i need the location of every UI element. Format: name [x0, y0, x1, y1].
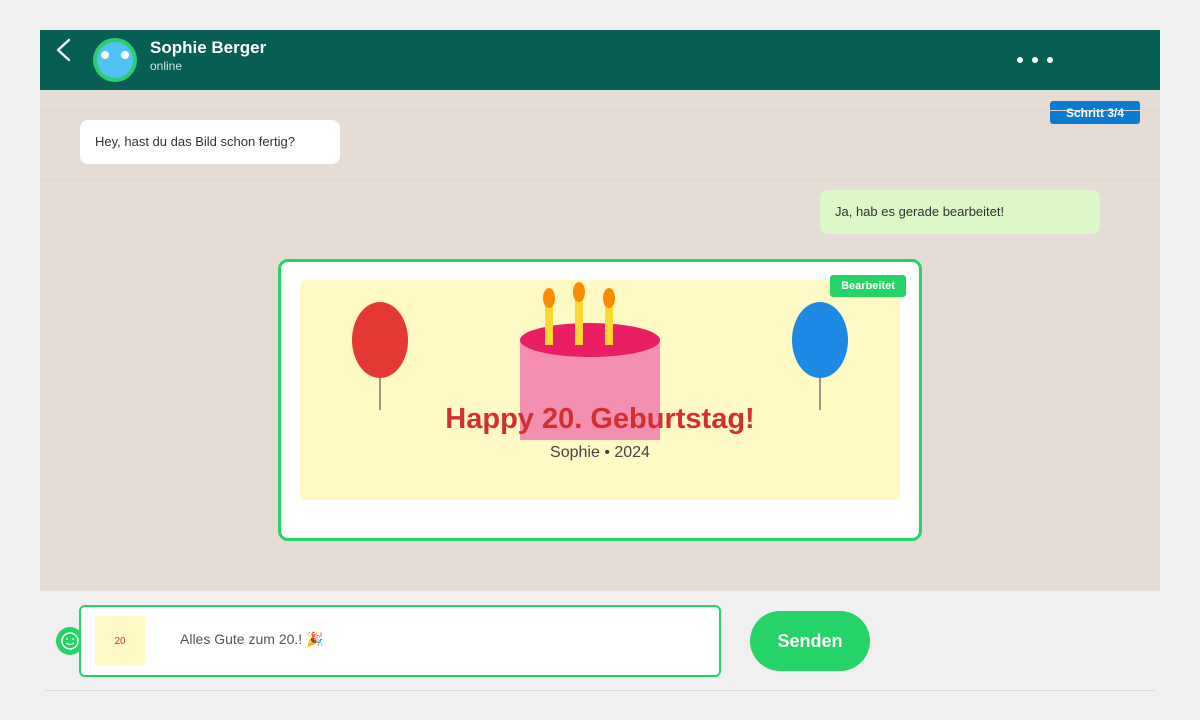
incoming-message: Hey, hast du das Bild schon fertig?: [80, 120, 340, 164]
step-badge: Schritt 3/4: [1050, 101, 1140, 124]
contact-status: online: [150, 59, 183, 73]
flame-icon: [603, 288, 615, 308]
outgoing-message: Ja, hab es gerade bearbeitet!: [820, 190, 1100, 234]
message-input[interactable]: 20 Alles Gute zum 20.! 🎉: [79, 605, 721, 677]
avatar[interactable]: [93, 38, 137, 82]
candle: [545, 305, 553, 345]
message-input-text[interactable]: Alles Gute zum 20.! 🎉: [180, 631, 324, 648]
candle: [575, 298, 583, 345]
image-attachment-thumbnail[interactable]: 20: [95, 616, 145, 666]
divider: [45, 690, 1155, 691]
message-composer: 20 Alles Gute zum 20.! 🎉 Senden: [40, 590, 1160, 690]
chevron-left-icon[interactable]: [52, 38, 78, 64]
cake-frosting: [520, 323, 660, 357]
card-title: Happy 20. Geburtstag!: [445, 403, 755, 435]
chat-app: Sophie Berger online Schritt 3/4 Hey, ha…: [40, 30, 1160, 690]
divider: [40, 180, 1160, 181]
edited-badge: Bearbeitet: [830, 275, 906, 297]
chat-header: Sophie Berger online: [40, 30, 1160, 90]
image-message[interactable]: Happy 20. Geburtstag! Sophie • 2024 Bear…: [278, 259, 922, 541]
flame-icon: [573, 282, 585, 302]
birthday-card-image: Happy 20. Geburtstag! Sophie • 2024: [300, 280, 900, 500]
send-button[interactable]: Senden: [750, 611, 870, 671]
red-balloon-icon: [352, 302, 408, 378]
contact-name[interactable]: Sophie Berger: [150, 38, 266, 58]
more-horizontal-icon[interactable]: [1012, 51, 1054, 69]
divider: [40, 110, 1160, 111]
candle: [605, 305, 613, 345]
card-subtitle: Sophie • 2024: [550, 444, 650, 461]
thumbnail-label: 20: [114, 635, 126, 647]
blue-balloon-icon: [792, 302, 848, 378]
flame-icon: [543, 288, 555, 308]
card-illustration: [352, 282, 848, 440]
